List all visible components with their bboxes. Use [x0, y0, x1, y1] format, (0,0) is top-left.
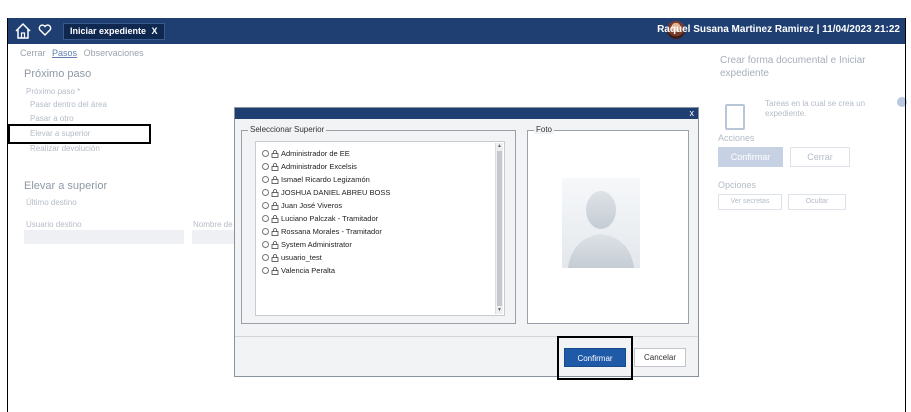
document-description: Tareas en la cual se crea un expediente. [765, 99, 866, 118]
list-item[interactable]: System Administrator [262, 239, 352, 250]
user-photo-placeholder [562, 178, 640, 268]
options-label: Opciones [718, 180, 757, 190]
top-bar: Iniciar expediente X Raquel Susana Marti… [8, 18, 905, 44]
user-name: Ismael Ricardo Legizamón [281, 175, 370, 184]
user-lock-icon [271, 227, 279, 236]
favorite-icon[interactable] [38, 23, 52, 37]
background-close-button[interactable]: Cerrar [790, 147, 850, 167]
radio-button[interactable] [262, 254, 269, 261]
user-name: Juan José Viveros [281, 201, 343, 210]
subtab-pasos[interactable]: Pasos [52, 48, 77, 58]
user-lock-icon [271, 201, 279, 210]
right-panel-title: Crear forma documental e Iniciar expedie… [720, 55, 866, 79]
list-item[interactable]: JOSHUA DANIEL ABREU BOSS [262, 187, 390, 198]
background-confirm-button[interactable]: Confirmar [718, 147, 783, 167]
radio-button[interactable] [262, 202, 269, 209]
scroll-up-icon[interactable]: ▲ [496, 143, 503, 150]
user-name: System Administrator [281, 240, 352, 249]
home-icon[interactable] [14, 22, 32, 40]
user-name: Rossana Morales - Tramitador [281, 227, 382, 236]
highlight-box-radio [8, 124, 151, 144]
user-lock-icon [271, 240, 279, 249]
list-item[interactable]: usuario_test [262, 252, 322, 263]
frame-border-right [905, 18, 906, 412]
radio-option-otro[interactable]: Pasar a otro [30, 114, 74, 123]
user-lock-icon [271, 188, 279, 197]
subtab-cerrar[interactable]: Cerrar [20, 48, 46, 58]
user-name: Valencia Peralta [281, 266, 336, 275]
user-name: Administrador Excelsis [281, 162, 357, 171]
radio-button[interactable] [262, 176, 269, 183]
actions-label: Acciones [718, 133, 755, 143]
dialog-close-icon[interactable]: x [690, 108, 695, 119]
elevate-title: Elevar a superior [24, 180, 108, 192]
document-icon [725, 104, 745, 130]
list-item[interactable]: Juan José Viveros [262, 200, 342, 211]
radio-button[interactable] [262, 241, 269, 248]
user-destination-field[interactable] [24, 230, 184, 244]
radio-button[interactable] [262, 267, 269, 274]
user-lock-icon [271, 149, 279, 158]
next-step-title: Próximo paso [24, 68, 92, 80]
subtab-observaciones[interactable]: Observaciones [84, 48, 144, 58]
list-item[interactable]: Ismael Ricardo Legizamón [262, 174, 370, 185]
radio-button[interactable] [262, 189, 269, 196]
field-label-user-destination: Usuario destino [26, 220, 82, 229]
next-step-label: Próximo paso * [26, 87, 81, 96]
radio-option-devolucion[interactable]: Realizar devolución [30, 144, 100, 153]
user-name: Administrador de EE [281, 149, 350, 158]
radio-button[interactable] [262, 150, 269, 157]
tab-iniciar-expediente[interactable]: Iniciar expediente X [63, 23, 165, 40]
user-lock-icon [271, 214, 279, 223]
option-button-secretas[interactable]: Ver secretas [718, 194, 782, 210]
field-label-last-destination: Último destino [26, 198, 77, 207]
superior-legend: Seleccionar Superior [248, 125, 327, 134]
tab-close-icon[interactable]: X [152, 26, 158, 36]
user-lock-icon [271, 162, 279, 171]
user-name: JOSHUA DANIEL ABREU BOSS [281, 188, 391, 197]
radio-button[interactable] [262, 163, 269, 170]
highlight-box-confirm [557, 336, 633, 380]
user-lock-icon [271, 266, 279, 275]
photo-fieldset: Foto [527, 125, 689, 324]
radio-button[interactable] [262, 215, 269, 222]
list-item[interactable]: Rossana Morales - Tramitador [262, 226, 382, 237]
person-silhouette-icon [568, 191, 634, 268]
cancel-button[interactable]: Cancelar [634, 348, 686, 367]
list-item[interactable]: Administrador Excelsis [262, 161, 357, 172]
user-name: usuario_test [281, 253, 322, 262]
user-info[interactable]: Raquel Susana Martinez Ramirez | 11/04/2… [657, 24, 900, 35]
dialog-header: x [235, 108, 698, 119]
list-item[interactable]: Luciano Palczak - Tramitador [262, 213, 378, 224]
list-item[interactable]: Valencia Peralta [262, 265, 335, 276]
user-lock-icon [271, 253, 279, 262]
scroll-down-icon[interactable]: ▼ [496, 307, 503, 314]
subtabs: Cerrar Pasos Observaciones [20, 48, 148, 58]
radio-option-area[interactable]: Pasar dentro del área [30, 100, 107, 109]
option-button-ocultar[interactable]: Ocultar [788, 194, 846, 210]
scroll-thumb[interactable] [497, 151, 502, 306]
list-scrollbar[interactable]: ▲ ▼ [495, 143, 503, 314]
list-item[interactable]: Administrador de EE [262, 148, 350, 159]
tab-label: Iniciar expediente [70, 26, 147, 36]
superior-fieldset: Seleccionar Superior Administrador de EE… [241, 125, 516, 324]
superior-list: Administrador de EE Administrador Excels… [255, 141, 505, 316]
user-lock-icon [271, 175, 279, 184]
user-name: Luciano Palczak - Tramitador [281, 214, 379, 223]
radio-button[interactable] [262, 228, 269, 235]
photo-legend: Foto [534, 125, 555, 134]
frame-border-left [7, 18, 8, 412]
